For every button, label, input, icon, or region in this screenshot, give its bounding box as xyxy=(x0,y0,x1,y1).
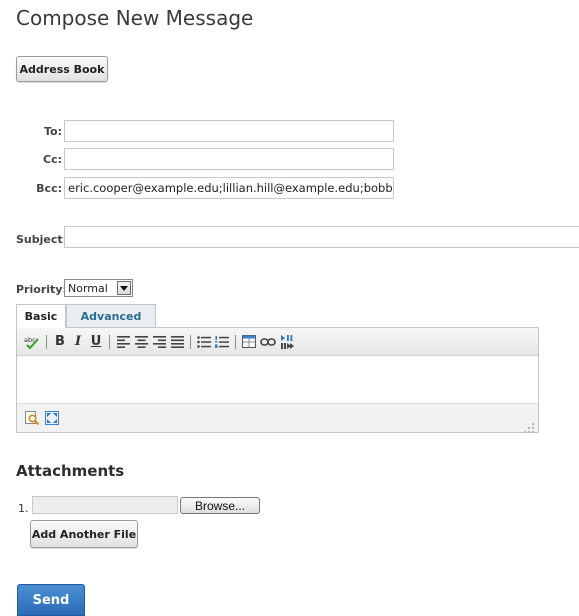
bullet-list-icon[interactable] xyxy=(197,334,211,350)
spellcheck-icon[interactable]: abc xyxy=(24,334,40,350)
message-body-input[interactable] xyxy=(17,356,538,404)
priority-selected-value: Normal xyxy=(68,281,108,295)
priority-label: Priority: xyxy=(16,283,67,296)
attachment-number: 1. xyxy=(18,502,29,515)
bold-button[interactable]: B xyxy=(53,334,67,350)
address-book-button[interactable]: Address Book xyxy=(16,56,108,82)
subject-field[interactable] xyxy=(64,226,579,248)
editor-toolbar: abc B I U xyxy=(17,328,538,356)
insert-table-icon[interactable] xyxy=(242,334,256,350)
insert-link-icon[interactable] xyxy=(260,334,276,350)
bcc-label: Bcc: xyxy=(36,182,62,195)
message-editor: abc B I U xyxy=(16,328,539,433)
attachments-heading: Attachments xyxy=(16,462,125,480)
preview-icon[interactable] xyxy=(25,410,39,426)
align-left-icon[interactable] xyxy=(116,334,130,350)
align-justify-icon[interactable] xyxy=(170,334,184,350)
cc-field[interactable] xyxy=(64,148,394,170)
add-another-file-button[interactable]: Add Another File xyxy=(30,520,138,548)
toolbar-separator xyxy=(190,334,191,349)
cc-label: Cc: xyxy=(43,153,62,166)
insert-media-icon[interactable] xyxy=(280,334,294,350)
toolbar-separator xyxy=(109,334,110,349)
align-right-icon[interactable] xyxy=(152,334,166,350)
fullscreen-icon[interactable] xyxy=(45,410,59,426)
to-field[interactable] xyxy=(64,120,394,142)
tab-advanced[interactable]: Advanced xyxy=(66,304,156,328)
bcc-field[interactable]: eric.cooper@example.edu;lillian.hill@exa… xyxy=(64,177,394,199)
editor-footer xyxy=(17,403,538,433)
toolbar-separator xyxy=(235,334,236,349)
align-center-icon[interactable] xyxy=(134,334,148,350)
toolbar-separator xyxy=(46,334,47,349)
editor-tabs: Basic Advanced xyxy=(16,304,539,328)
underline-button[interactable]: U xyxy=(89,334,103,350)
italic-button[interactable]: I xyxy=(71,334,85,350)
numbered-list-icon[interactable] xyxy=(215,334,229,350)
tab-basic[interactable]: Basic xyxy=(16,304,66,328)
file-path-input[interactable] xyxy=(32,496,178,514)
browse-button[interactable]: Browse... xyxy=(180,497,260,514)
page-title: Compose New Message xyxy=(16,6,254,30)
chevron-down-icon[interactable] xyxy=(117,281,131,295)
subject-label: Subject: xyxy=(16,233,68,246)
send-button[interactable]: Send xyxy=(17,584,85,616)
priority-select[interactable]: Normal xyxy=(64,279,133,297)
resize-handle-icon[interactable] xyxy=(524,418,534,433)
to-label: To: xyxy=(44,125,62,138)
